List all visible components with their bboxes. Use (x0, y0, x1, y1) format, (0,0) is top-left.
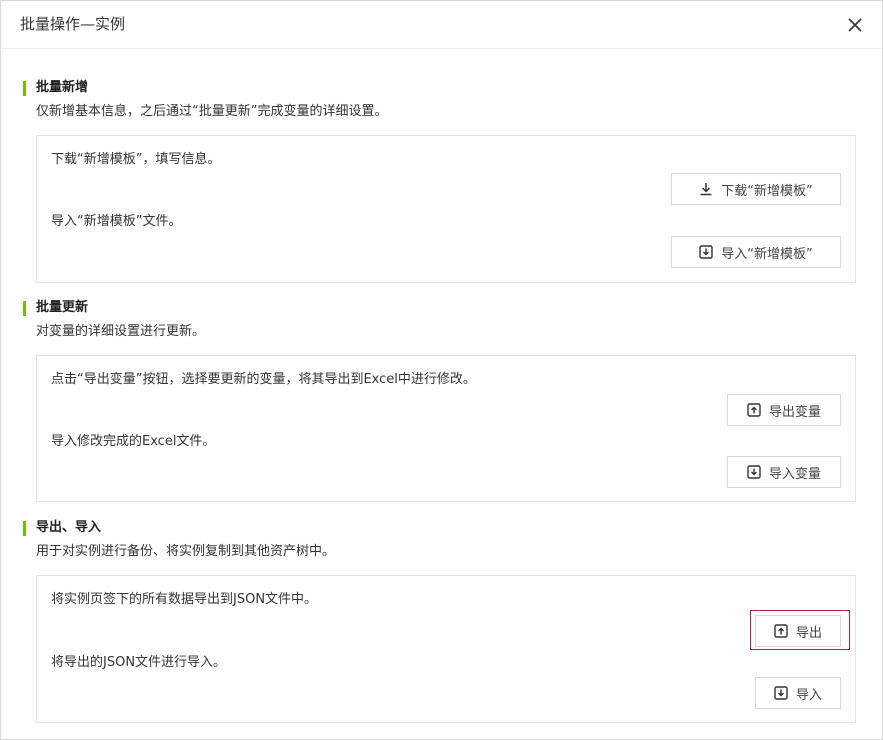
section-title: 导出、导入 (36, 520, 102, 535)
section-title: 批量新增 (36, 80, 89, 95)
section-description: 用于对实例进行备份、将实例复制到其他资产树中。 (36, 544, 336, 559)
import-variables-button[interactable]: 导入变量 (727, 456, 841, 488)
section-accent-bar (23, 301, 26, 316)
button-label: 导入 (795, 687, 822, 703)
export-variables-button[interactable]: 导出变量 (727, 394, 841, 426)
import-icon (747, 465, 761, 479)
section-accent-bar (23, 81, 26, 96)
section-title: 批量更新 (36, 300, 89, 315)
section-description: 对变量的详细设置进行更新。 (36, 324, 206, 339)
step-text: 导入修改完成的Excel文件。 (51, 434, 216, 449)
button-label: 导入“新增模板” (721, 246, 813, 262)
button-label: 导出 (795, 625, 822, 641)
step-text: 将导出的JSON文件进行导入。 (51, 655, 227, 670)
section-description: 仅新增基本信息，之后通过“批量更新”完成变量的详细设置。 (36, 104, 388, 119)
export-icon (747, 403, 761, 417)
import-icon (699, 245, 713, 259)
section-batch-add-box: 下载“新增模板”，填写信息。 下载“新增模板” 导入“新增模板”文件。 导入“新… (36, 135, 856, 283)
export-json-button[interactable]: 导出 (755, 615, 841, 647)
dialog-header: 批量操作—实例 (1, 1, 882, 49)
button-label: 下载“新增模板” (721, 183, 813, 199)
close-icon[interactable] (844, 14, 866, 36)
download-icon (699, 182, 713, 196)
step-text: 导入“新增模板”文件。 (51, 214, 182, 229)
button-label: 导入变量 (768, 466, 821, 482)
import-json-button[interactable]: 导入 (755, 677, 841, 709)
batch-operation-dialog: 批量操作—实例 批量新增 仅新增基本信息，之后通过“批量更新”完成变量的详细设置… (0, 0, 883, 740)
step-text: 点击“导出变量”按钮，选择要更新的变量，将其导出到Excel中进行修改。 (51, 372, 476, 387)
section-batch-update-box: 点击“导出变量”按钮，选择要更新的变量，将其导出到Excel中进行修改。 导出变… (36, 355, 856, 502)
step-text: 将实例页签下的所有数据导出到JSON文件中。 (51, 592, 318, 607)
section-accent-bar (23, 521, 26, 536)
section-export-import-box: 将实例页签下的所有数据导出到JSON文件中。 导出 将导出的JSON文件进行导入… (36, 575, 856, 723)
export-icon (774, 624, 788, 638)
download-add-template-button[interactable]: 下载“新增模板” (671, 173, 841, 205)
dialog-title: 批量操作—实例 (20, 15, 126, 33)
step-text: 下载“新增模板”，填写信息。 (51, 152, 221, 167)
import-icon (774, 686, 788, 700)
import-add-template-button[interactable]: 导入“新增模板” (671, 236, 841, 268)
button-label: 导出变量 (768, 404, 821, 420)
